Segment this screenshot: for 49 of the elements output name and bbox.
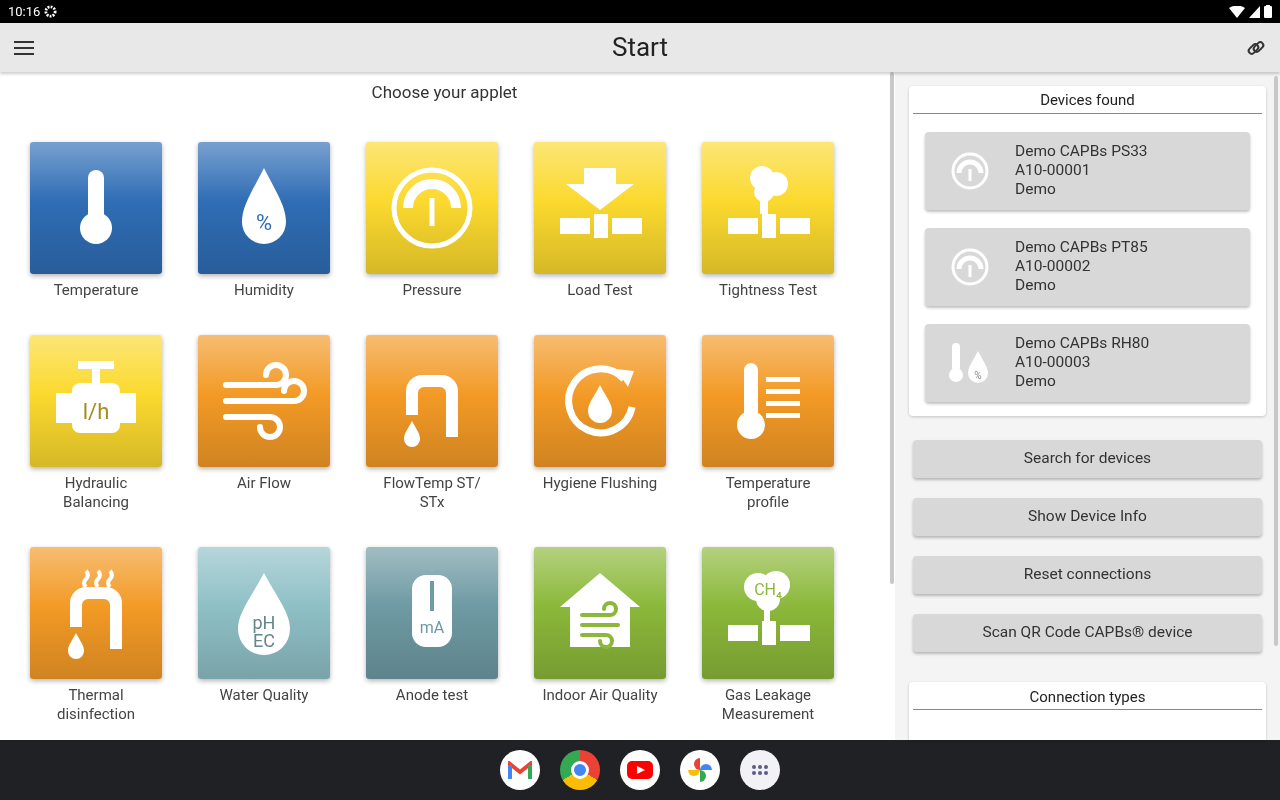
applet-tile[interactable]: Air Flow: [198, 334, 330, 547]
section-heading: Choose your applet: [371, 81, 518, 104]
settings-icon: [44, 5, 58, 18]
signal-icon: [1249, 5, 1260, 18]
device-serial: A10-00001: [1015, 161, 1092, 180]
device-name: Demo CAPBs PS33: [1015, 142, 1148, 161]
video-app-icon[interactable]: [620, 750, 660, 790]
applet-tile[interactable]: Pressure: [366, 141, 498, 335]
applet-tile[interactable]: CH₄ Gas Leakage Measurement: [702, 546, 834, 724]
device-mode: Demo: [1015, 276, 1057, 295]
applet-tile[interactable]: Temperature: [30, 141, 162, 335]
gauge-icon: [950, 246, 990, 287]
device-item[interactable]: % Demo CAPBs RH80 A10-00003 Demo: [925, 323, 1250, 402]
applet-tile[interactable]: Load Test: [534, 141, 666, 335]
gauge-icon: [950, 150, 990, 191]
card-title: Devices found: [913, 86, 1262, 114]
applet-tile[interactable]: Thermal disinfection: [30, 546, 162, 724]
battery-icon: [1264, 5, 1272, 18]
applet-tile[interactable]: Hygiene Flushing: [534, 334, 666, 547]
action-button[interactable]: Search for devices: [913, 439, 1262, 478]
applet-tile[interactable]: pH EC Water Quality: [198, 546, 330, 724]
device-item[interactable]: Demo CAPBs PS33 A10-00001 Demo: [925, 131, 1250, 210]
wifi-icon: [1229, 5, 1245, 18]
applet-tile[interactable]: FlowTemp ST/ STx: [366, 334, 498, 547]
scrollbar[interactable]: [890, 72, 894, 584]
action-button[interactable]: Show Device Info: [913, 497, 1262, 536]
applet-tile[interactable]: mA Anode test: [366, 546, 498, 724]
device-serial: A10-00003: [1015, 353, 1092, 372]
mail-app-icon[interactable]: [500, 750, 540, 790]
device-mode: Demo: [1015, 180, 1057, 199]
device-name: Demo CAPBs PT85: [1015, 238, 1148, 257]
applet-tile[interactable]: Tightness Test: [702, 141, 834, 335]
applet-tile[interactable]: % Humidity: [198, 141, 330, 335]
device-serial: A10-00002: [1015, 257, 1092, 276]
app-drawer-icon[interactable]: [740, 750, 780, 790]
card-title: Connection types: [913, 681, 1262, 710]
page-title: Start: [611, 32, 668, 62]
photos-app-icon[interactable]: [680, 750, 720, 790]
device-item[interactable]: Demo CAPBs PT85 A10-00002 Demo: [925, 227, 1250, 306]
status-time: 10:16: [8, 2, 41, 21]
action-button[interactable]: Reset connections: [913, 555, 1262, 594]
applet-tile[interactable]: Temperature profile: [702, 334, 834, 547]
action-button[interactable]: Scan QR Code CAPBs® device: [913, 613, 1262, 652]
applet-tile[interactable]: l/h Hydraulic Balancing: [30, 334, 162, 547]
browser-app-icon[interactable]: [560, 750, 600, 790]
device-mode: Demo: [1015, 372, 1057, 391]
device-name: Demo CAPBs RH80: [1015, 334, 1150, 353]
scrollbar[interactable]: [1274, 76, 1278, 646]
applet-tile[interactable]: Indoor Air Quality: [534, 546, 666, 724]
